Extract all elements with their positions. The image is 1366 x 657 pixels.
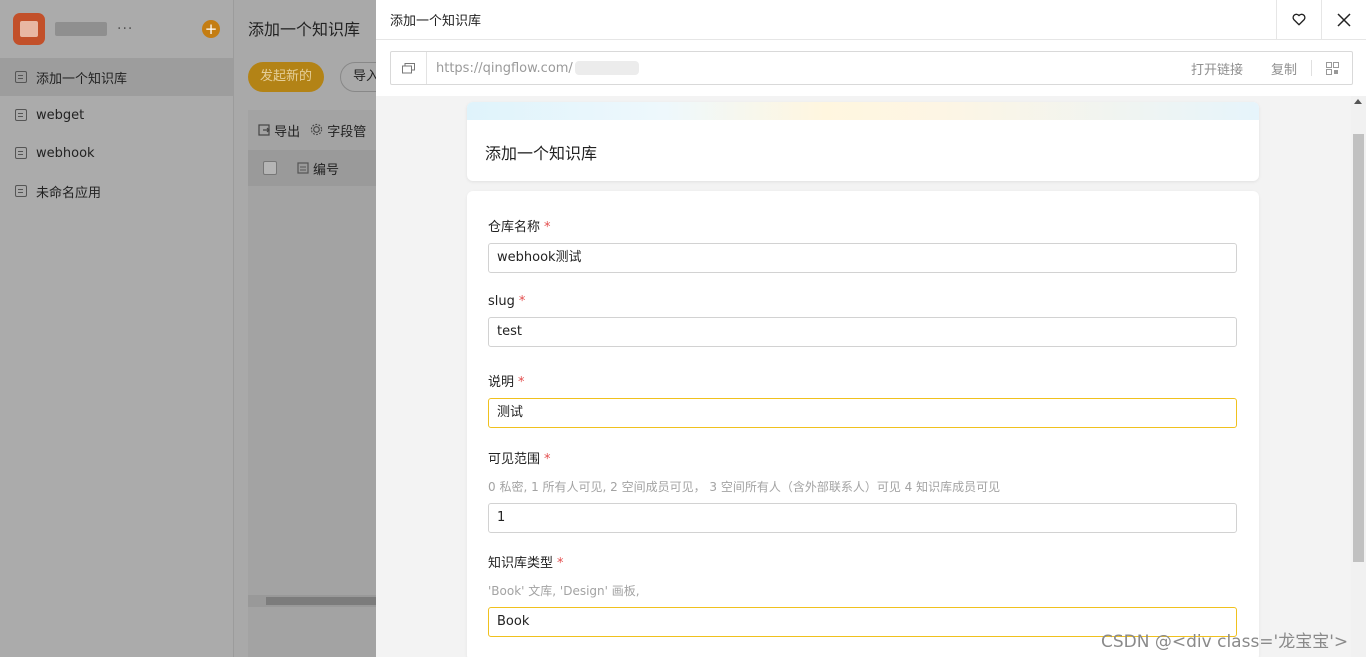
field-label-text: 仓库名称 [488, 220, 541, 235]
start-new-button[interactable]: 发起新的 [248, 62, 325, 92]
field-visibility: 可见范围 * 0 私密, 1 所有人可见, 2 空间成员可见， 3 空间所有人（含… [488, 448, 1237, 533]
field-label-text: 说明 [488, 375, 515, 390]
field-label-text: 可见范围 [488, 452, 541, 467]
sidebar-item-label: webhook [36, 145, 95, 161]
sidebar-item-label: 未命名应用 [36, 185, 102, 201]
sidebar-item-untitled[interactable]: 未命名应用 [0, 172, 233, 210]
building-icon [20, 21, 38, 37]
required-mark: * [518, 375, 525, 390]
add-icon[interactable]: + [202, 20, 220, 38]
field-hint: 0 私密, 1 所有人可见, 2 空间成员可见， 3 空间所有人（含外部联系人）… [488, 480, 1001, 494]
drawer-header: 添加一个知识库 [376, 0, 1366, 40]
sidebar-item-knowledge-base[interactable]: 添加一个知识库 [0, 58, 233, 96]
sidebar-header: ··· + [0, 0, 233, 58]
url-bar: https://qingflow.com/ 打开链接 复制 [390, 51, 1353, 85]
select-all-checkbox[interactable] [263, 161, 277, 175]
required-mark: * [544, 452, 551, 467]
field-label-text: slug [488, 294, 515, 309]
form-icon [15, 147, 27, 159]
close-icon [1337, 12, 1351, 27]
field-label: slug * [488, 294, 1237, 309]
workspace-name-redacted [55, 22, 107, 36]
watermark: CSDN @<div class='龙宝宝'> [1101, 632, 1349, 652]
table-panel: 导出 字段管 编号 [248, 110, 376, 657]
number-field-icon [297, 162, 309, 174]
main-actions: 发起新的 导入 [235, 60, 393, 94]
more-icon[interactable]: ··· [117, 21, 133, 37]
decorative-banner [467, 102, 1259, 120]
repo-name-input[interactable]: webhook测试 [488, 243, 1237, 273]
field-label: 说明 * [488, 371, 1237, 390]
required-mark: * [544, 220, 551, 235]
field-label-text: 知识库类型 [488, 556, 554, 571]
required-mark: * [518, 294, 526, 309]
close-button[interactable] [1321, 0, 1366, 40]
copy-link-button[interactable]: 复制 [1257, 59, 1311, 78]
required-mark: * [557, 556, 564, 571]
scroll-up-arrow-icon[interactable] [1354, 99, 1362, 104]
column-header-number[interactable]: 编号 [313, 159, 339, 178]
scrollbar-thumb[interactable] [1353, 134, 1364, 562]
table-toolbar: 导出 字段管 [248, 110, 376, 150]
field-repo-name: 仓库名称 * webhook测试 [488, 216, 1237, 273]
url-text[interactable]: https://qingflow.com/ [427, 61, 573, 76]
page-title: 添加一个知识库 [248, 20, 361, 39]
form-content: 添加一个知识库 仓库名称 * webhook测试 slug * test 说明 * 测… [376, 96, 1351, 657]
field-hint: 'Book' 文库, 'Design' 画板, [488, 584, 640, 598]
form-title: 添加一个知识库 [485, 144, 598, 163]
field-label: 可见范围 * [488, 448, 1237, 467]
sidebar-item-label: 添加一个知识库 [36, 71, 128, 87]
field-label: 知识库类型 * [488, 552, 1237, 571]
favorite-button[interactable] [1276, 0, 1321, 40]
sidebar-item-webget[interactable]: webget [0, 96, 233, 134]
app-logo[interactable] [13, 13, 45, 45]
url-toggle[interactable] [391, 52, 427, 84]
form-icon [15, 109, 27, 121]
gear-icon [310, 123, 323, 135]
scrollbar-thumb[interactable] [266, 597, 376, 605]
form-icon [15, 185, 27, 197]
form-icon [15, 71, 27, 83]
window-icon [402, 62, 415, 73]
sidebar-item-label: webget [36, 107, 85, 123]
form-card: 仓库名称 * webhook测试 slug * test 说明 * 测试 可见范围 * … [467, 191, 1259, 657]
qrcode-button[interactable] [1312, 61, 1352, 75]
url-redacted [574, 61, 639, 75]
export-label: 导出 [274, 124, 301, 140]
url-actions: 打开链接 复制 [1177, 59, 1352, 78]
open-link-button[interactable]: 打开链接 [1177, 59, 1257, 78]
sidebar-item-webhook[interactable]: webhook [0, 134, 233, 172]
field-label: 仓库名称 * [488, 216, 1237, 235]
description-input[interactable]: 测试 [488, 398, 1237, 428]
horizontal-scrollbar[interactable] [248, 595, 376, 607]
vertical-scrollbar[interactable] [1351, 96, 1366, 657]
field-manage-label: 字段管 [327, 124, 367, 140]
field-description: 说明 * 测试 [488, 371, 1237, 428]
export-icon [258, 123, 270, 136]
qrcode-icon [1325, 61, 1339, 75]
table-header-row: 编号 [248, 150, 376, 186]
drawer-title: 添加一个知识库 [390, 14, 482, 29]
export-button[interactable]: 导出 [258, 121, 300, 140]
slug-input[interactable]: test [488, 317, 1237, 347]
main-area: 添加一个知识库 发起新的 导入 导出 字段管 编号 [235, 0, 393, 657]
sidebar: ··· + 添加一个知识库 webget webhook 未命名应用 [0, 0, 234, 657]
form-title-card: 添加一个知识库 [467, 102, 1259, 181]
form-drawer: 添加一个知识库 https://qingflow.com/ 打开链接 复制 添加… [376, 0, 1366, 657]
field-repo-type: 知识库类型 * 'Book' 文库, 'Design' 画板, Book [488, 552, 1237, 637]
field-manage-button[interactable]: 字段管 [310, 121, 366, 140]
visibility-input[interactable]: 1 [488, 503, 1237, 533]
field-slug: slug * test [488, 294, 1237, 347]
heart-icon [1292, 13, 1306, 26]
